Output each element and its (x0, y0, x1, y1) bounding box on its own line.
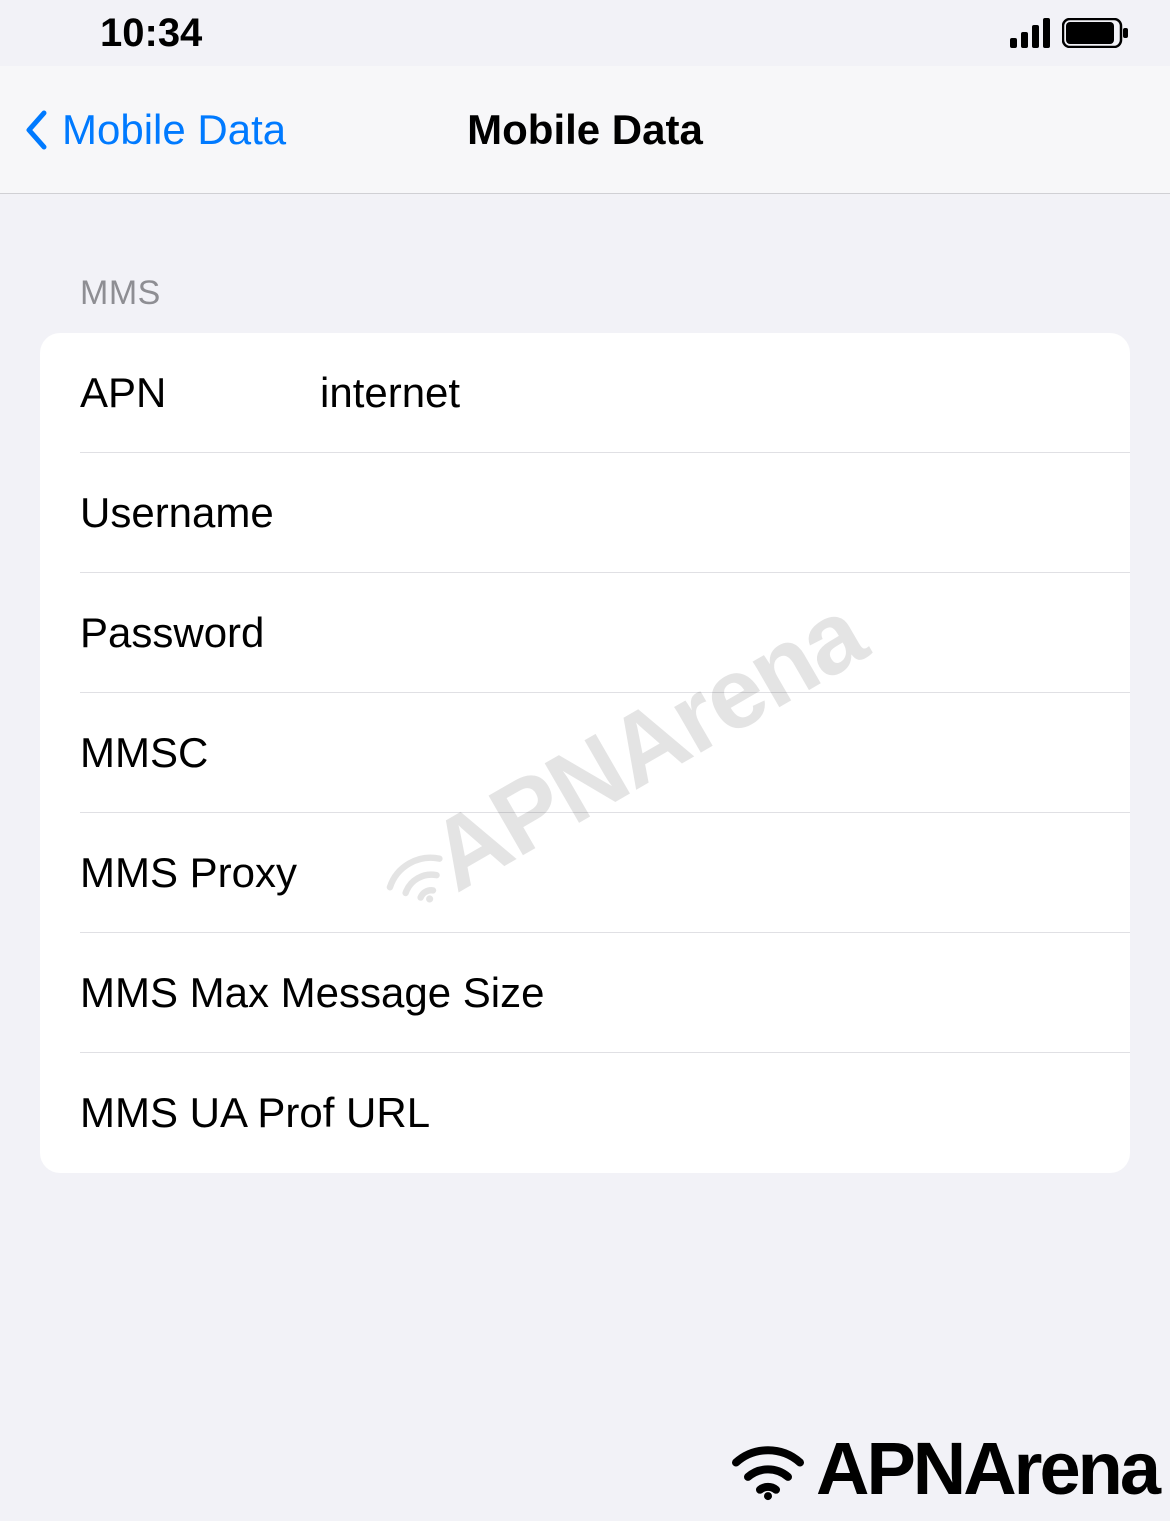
footer-watermark: APNArena (728, 1426, 1158, 1511)
footer-watermark-text: APNArena (816, 1426, 1158, 1511)
row-mms-proxy[interactable]: MMS Proxy (40, 813, 1130, 933)
wifi-icon (728, 1436, 808, 1501)
status-bar: 10:34 (0, 0, 1170, 66)
status-icons (1010, 18, 1130, 48)
row-label-mms-proxy: MMS Proxy (80, 849, 1130, 897)
row-label-username: Username (80, 489, 320, 537)
content: MMS APN Username Password MMSC MMS Proxy… (0, 194, 1170, 1173)
row-label-password: Password (80, 609, 320, 657)
input-mmsc[interactable] (320, 729, 1130, 777)
row-username[interactable]: Username (40, 453, 1130, 573)
row-label-mms-ua-prof-url: MMS UA Prof URL (80, 1089, 1130, 1137)
row-password[interactable]: Password (40, 573, 1130, 693)
chevron-left-icon (20, 109, 52, 151)
row-label-apn: APN (80, 369, 320, 417)
row-mms-max-message-size[interactable]: MMS Max Message Size (40, 933, 1130, 1053)
section-header-mms: MMS (80, 274, 1130, 313)
back-button[interactable]: Mobile Data (20, 106, 286, 154)
row-mmsc[interactable]: MMSC (40, 693, 1130, 813)
input-apn[interactable] (320, 369, 1130, 417)
settings-group: APN Username Password MMSC MMS Proxy MMS… (40, 333, 1130, 1173)
row-label-mms-max-message-size: MMS Max Message Size (80, 969, 1130, 1017)
row-apn[interactable]: APN (40, 333, 1130, 453)
input-password[interactable] (320, 609, 1130, 657)
battery-icon (1062, 18, 1130, 48)
back-label: Mobile Data (62, 106, 286, 154)
row-label-mmsc: MMSC (80, 729, 320, 777)
cellular-signal-icon (1010, 18, 1052, 48)
status-time: 10:34 (100, 11, 202, 56)
nav-bar: Mobile Data Mobile Data (0, 66, 1170, 194)
page-title: Mobile Data (467, 106, 703, 154)
row-mms-ua-prof-url[interactable]: MMS UA Prof URL (40, 1053, 1130, 1173)
input-username[interactable] (320, 489, 1130, 537)
